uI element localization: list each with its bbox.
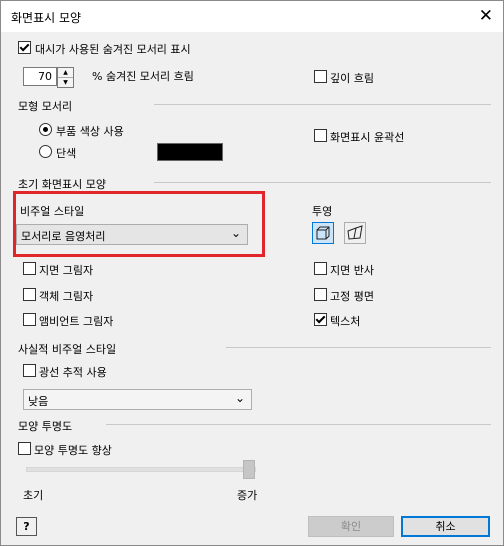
help-button[interactable]: ? <box>16 517 37 536</box>
separator <box>226 347 491 348</box>
initial-display-heading: 초기 화면표시 모양 <box>18 178 106 191</box>
perspective-button[interactable] <box>344 222 366 244</box>
texture-label: 텍스처 <box>330 315 361 328</box>
object-shadow-label: 객체 그림자 <box>39 290 94 303</box>
hidden-edge-dim-value: 70 <box>38 70 52 83</box>
cancel-button[interactable]: 취소 <box>401 516 490 537</box>
transparency-slider-thumb[interactable] <box>243 460 255 479</box>
fixed-plane-label: 고정 평면 <box>330 290 374 303</box>
show-silhouette-label: 화면표시 윤곽선 <box>330 131 405 144</box>
annotation-highlight-box <box>13 191 265 257</box>
orthographic-button[interactable] <box>312 222 334 244</box>
fixed-plane-checkbox[interactable] <box>314 288 327 301</box>
projection-label: 투영 <box>312 205 333 218</box>
ambient-shadow-checkbox[interactable] <box>23 313 36 326</box>
spin-up-icon[interactable]: ▲ <box>58 68 73 78</box>
part-color-label: 부품 색상 사용 <box>56 125 124 138</box>
close-icon[interactable]: ✕ <box>479 6 493 26</box>
display-appearance-dialog: 화면표시 모양 ✕ 대시가 사용된 숨겨진 모서리 표시 70 ▲ ▼ % 숨겨… <box>0 0 504 546</box>
ground-shadow-checkbox[interactable] <box>23 262 36 275</box>
transparency-checkbox[interactable] <box>18 442 31 455</box>
orthographic-icon <box>316 226 330 240</box>
separator <box>106 424 491 425</box>
separator <box>154 104 491 105</box>
depth-dim-label: 깊이 흐림 <box>330 72 374 85</box>
separator <box>154 182 491 183</box>
hidden-edge-dim-spinner[interactable]: ▲ ▼ <box>57 67 74 88</box>
part-color-radio[interactable] <box>39 123 52 136</box>
single-color-label: 단색 <box>56 147 77 160</box>
object-shadow-checkbox[interactable] <box>23 288 36 301</box>
chevron-down-icon: ⌄ <box>234 391 245 405</box>
dialog-title: 화면표시 모양 <box>11 11 82 25</box>
transparency-heading: 모양 투명도 <box>18 420 73 433</box>
title-bar: 화면표시 모양 ✕ <box>1 1 503 32</box>
raytrace-quality-select[interactable]: 낮음 ⌄ <box>23 389 252 410</box>
transparency-label: 모양 투명도 향상 <box>34 444 112 457</box>
ground-reflection-checkbox[interactable] <box>314 262 327 275</box>
edge-color-swatch[interactable] <box>157 143 223 161</box>
model-edges-heading: 모형 모서리 <box>18 100 73 113</box>
transparency-slider-track[interactable] <box>26 467 256 472</box>
raytrace-label: 광선 추적 사용 <box>39 366 107 379</box>
ambient-shadow-label: 앰비언트 그림자 <box>39 315 114 328</box>
ground-shadow-label: 지면 그림자 <box>39 264 94 277</box>
perspective-icon <box>347 225 363 240</box>
depth-dim-checkbox[interactable] <box>314 70 327 83</box>
texture-checkbox[interactable] <box>314 313 327 326</box>
ok-button[interactable]: 확인 <box>308 516 394 537</box>
slider-min-label: 초기 <box>23 489 44 502</box>
hidden-edge-dim-label: % 숨겨진 모서리 흐림 <box>92 70 194 83</box>
raytrace-checkbox[interactable] <box>23 364 36 377</box>
realistic-style-heading: 사실적 비주얼 스타일 <box>18 343 117 356</box>
ground-reflection-label: 지면 반사 <box>330 264 374 277</box>
show-hidden-edges-checkbox[interactable] <box>18 41 31 54</box>
slider-max-label: 증가 <box>237 489 258 502</box>
hidden-edge-dim-input[interactable]: 70 <box>23 67 57 86</box>
show-hidden-edges-label: 대시가 사용된 숨겨진 모서리 표시 <box>35 43 191 56</box>
show-silhouette-checkbox[interactable] <box>314 129 327 142</box>
single-color-radio[interactable] <box>39 145 52 158</box>
spin-down-icon[interactable]: ▼ <box>58 78 73 87</box>
raytrace-quality-value: 낮음 <box>28 395 49 408</box>
